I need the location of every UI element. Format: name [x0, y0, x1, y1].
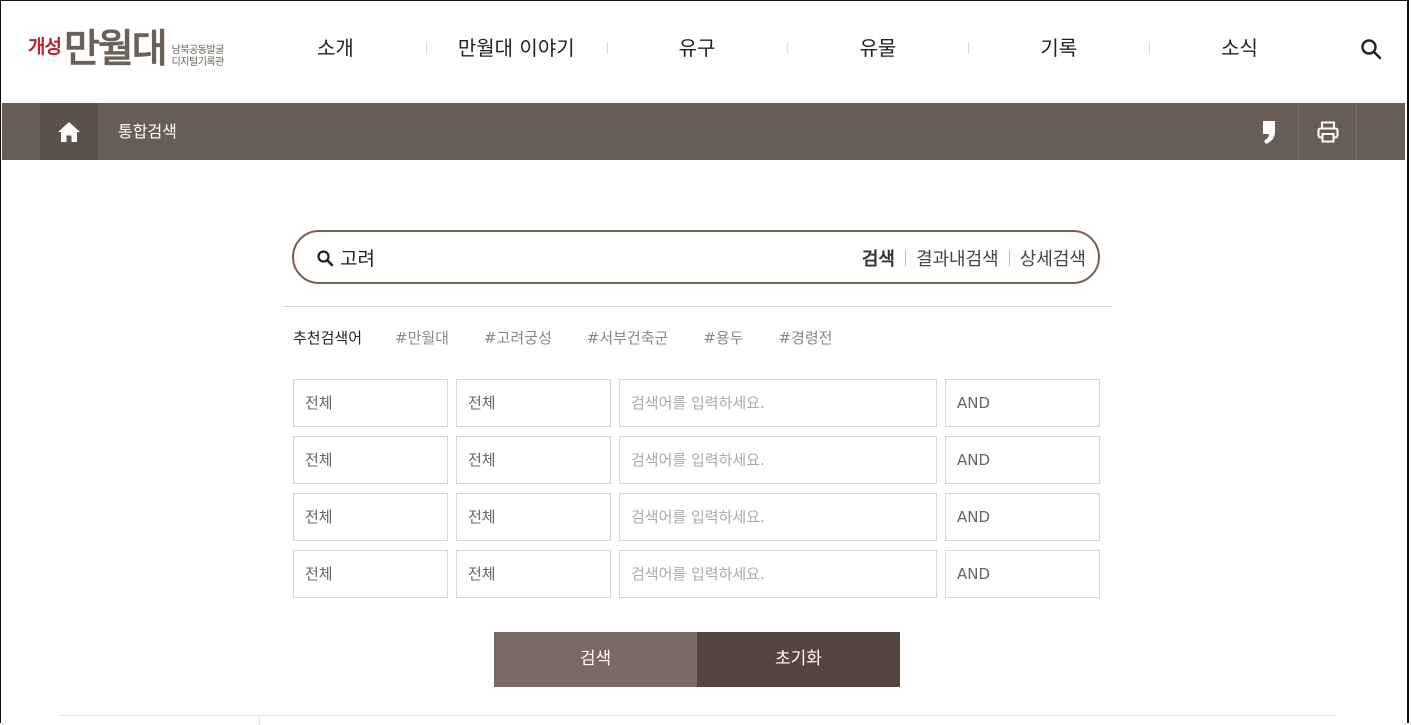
search-input[interactable] — [338, 245, 792, 269]
logo-prefix: 개성 — [28, 36, 62, 58]
recommended-tag[interactable]: #만월대 — [395, 327, 449, 348]
divider — [58, 715, 1337, 716]
keyword-input[interactable]: 검색어를 입력하세요. — [619, 550, 937, 598]
search-icon[interactable] — [1359, 37, 1383, 61]
keyword-input[interactable]: 검색어를 입력하세요. — [619, 436, 937, 484]
field-select[interactable]: 전체 — [293, 379, 448, 427]
logo-subtitle-line2: 디지털기록관 — [171, 57, 225, 68]
operator-select[interactable]: AND — [945, 550, 1100, 598]
search-options: 검색 결과내검색 상세검색 — [862, 245, 1086, 271]
search-option-detail[interactable]: 상세검색 — [1020, 245, 1086, 271]
subfield-select[interactable]: 전체 — [456, 436, 611, 484]
divider — [283, 306, 1112, 307]
reset-button[interactable]: 초기화 — [697, 632, 900, 687]
recommended-keywords: 추천검색어 #만월대 #고려궁성 #서부건축군 #용두 #경령전 — [293, 327, 867, 348]
search-icon — [316, 249, 334, 271]
recommended-label: 추천검색어 — [293, 329, 363, 347]
logo-subtitle: 남북공동발굴 디지털기록관 — [171, 45, 225, 69]
divider — [904, 250, 906, 266]
operator-select[interactable]: AND — [945, 379, 1100, 427]
field-select[interactable]: 전체 — [293, 550, 448, 598]
keyword-input[interactable]: 검색어를 입력하세요. — [619, 493, 937, 541]
nav-item-news[interactable]: 소식 — [1149, 30, 1330, 66]
search-button[interactable]: 검색 — [494, 632, 697, 687]
search-option-search[interactable]: 검색 — [862, 245, 895, 271]
recommended-tag[interactable]: #고려궁성 — [484, 327, 552, 348]
subfield-select[interactable]: 전체 — [456, 493, 611, 541]
logo-name: 만월대 — [63, 27, 168, 72]
nav-item-intro[interactable]: 소개 — [245, 30, 426, 66]
breadcrumb-bar: 통합검색 — [2, 103, 1405, 160]
comma-quote-icon[interactable] — [1240, 103, 1297, 160]
keyword-input[interactable]: 검색어를 입력하세요. — [619, 379, 937, 427]
nav-item-records[interactable]: 기록 — [968, 30, 1149, 66]
operator-select[interactable]: AND — [945, 493, 1100, 541]
nav-item-story[interactable]: 만월대 이야기 — [425, 30, 607, 66]
breadcrumb-current: 통합검색 — [118, 122, 177, 141]
recommended-tag[interactable]: #경령전 — [779, 327, 833, 348]
search-option-within-results[interactable]: 결과내검색 — [916, 245, 999, 271]
field-select[interactable]: 전체 — [293, 436, 448, 484]
subfield-select[interactable]: 전체 — [456, 379, 611, 427]
divider — [259, 715, 260, 725]
nav-item-remains[interactable]: 유구 — [606, 30, 788, 66]
recommended-tag[interactable]: #서부건축군 — [587, 327, 669, 348]
operator-select[interactable]: AND — [945, 436, 1100, 484]
divider — [1008, 250, 1010, 266]
nav-item-artifacts[interactable]: 유물 — [787, 30, 968, 66]
subfield-select[interactable]: 전체 — [456, 550, 611, 598]
site-logo[interactable]: 개성 만월대 남북공동발굴 디지털기록관 — [28, 30, 224, 74]
home-icon[interactable] — [40, 103, 98, 160]
logo-subtitle-line1: 남북공동발굴 — [171, 45, 225, 56]
field-select[interactable]: 전체 — [293, 493, 448, 541]
recommended-tag[interactable]: #용두 — [703, 327, 743, 348]
main-nav: 소개 만월대 이야기 유구 유물 기록 소식 — [245, 30, 1330, 66]
printer-icon[interactable] — [1298, 103, 1357, 160]
unified-search-box: 검색 결과내검색 상세검색 — [292, 230, 1100, 284]
